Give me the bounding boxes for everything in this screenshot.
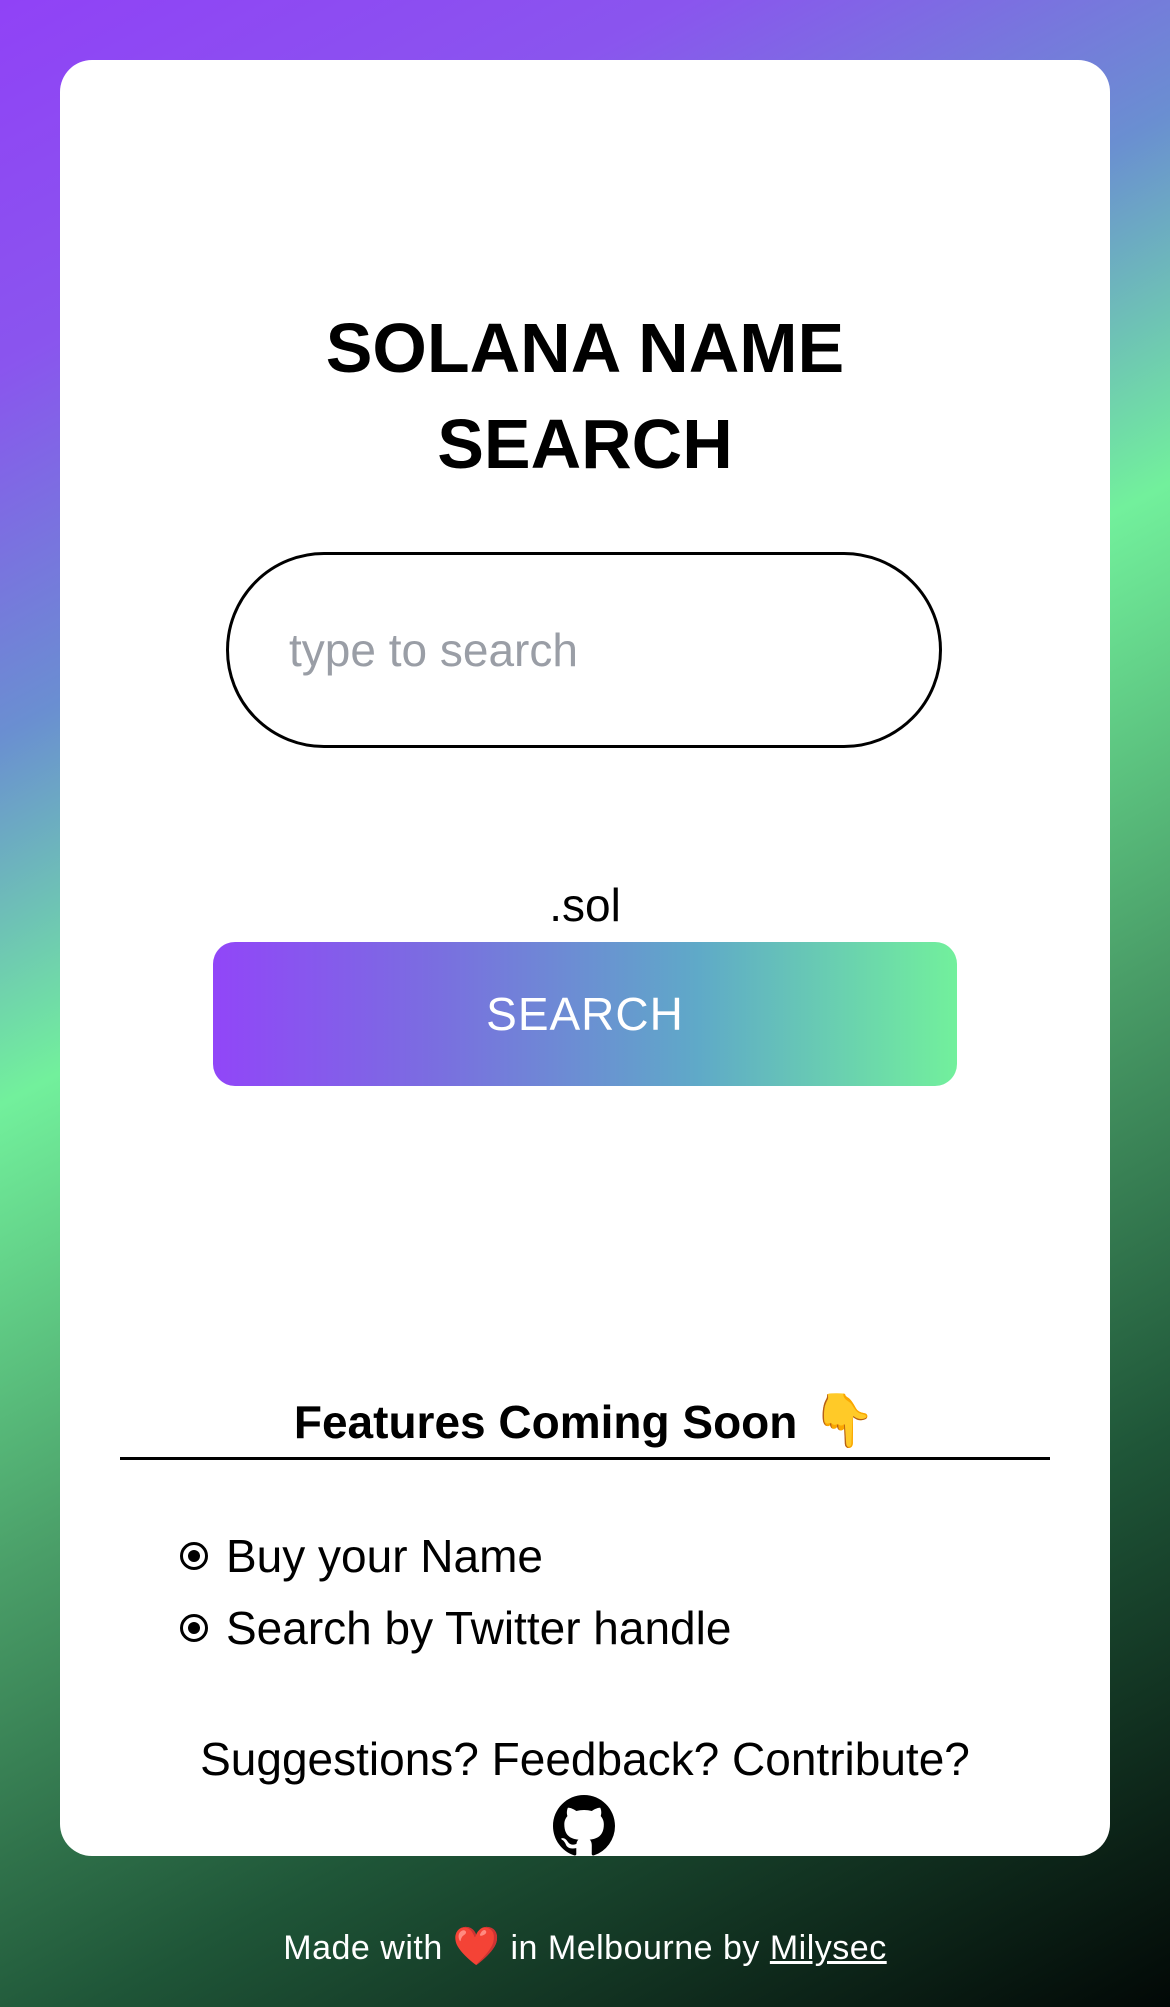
search-button[interactable]: SEARCH <box>213 942 957 1086</box>
author-link[interactable]: Milysec <box>770 1929 887 1967</box>
features-heading: Features Coming Soon 👇 <box>120 1385 1050 1460</box>
pointing-down-icon: 👇 <box>811 1392 877 1450</box>
footer-middle: in Melbourne by <box>510 1929 760 1967</box>
heart-icon: ❤️ <box>452 1926 501 1968</box>
main-card: SOLANA NAME SEARCH .sol SEARCH Features … <box>60 60 1110 1856</box>
page-title-line1: SOLANA NAME <box>325 309 845 387</box>
features-heading-text: Features Coming Soon <box>293 1396 798 1448</box>
page-title: SOLANA NAME SEARCH <box>60 300 1110 492</box>
feature-label: Buy your Name <box>226 1530 544 1582</box>
feature-label: Search by Twitter handle <box>226 1602 732 1654</box>
radio-dot-icon <box>180 1542 208 1570</box>
domain-suffix: .sol <box>549 879 621 931</box>
radio-dot-icon <box>180 1614 208 1642</box>
page-title-line2: SEARCH <box>437 405 733 483</box>
features-list: Buy your Name Search by Twitter handle <box>180 1520 1040 1664</box>
search-input[interactable] <box>226 552 942 748</box>
footer: Made with ❤️ in Melbourne by Milysec <box>0 1925 1170 1969</box>
github-icon[interactable] <box>553 1795 615 1857</box>
list-item: Buy your Name <box>180 1520 1040 1592</box>
list-item: Search by Twitter handle <box>180 1592 1040 1664</box>
footer-prefix: Made with <box>283 1929 443 1967</box>
contribute-text: Suggestions? Feedback? Contribute? <box>200 1733 970 1785</box>
